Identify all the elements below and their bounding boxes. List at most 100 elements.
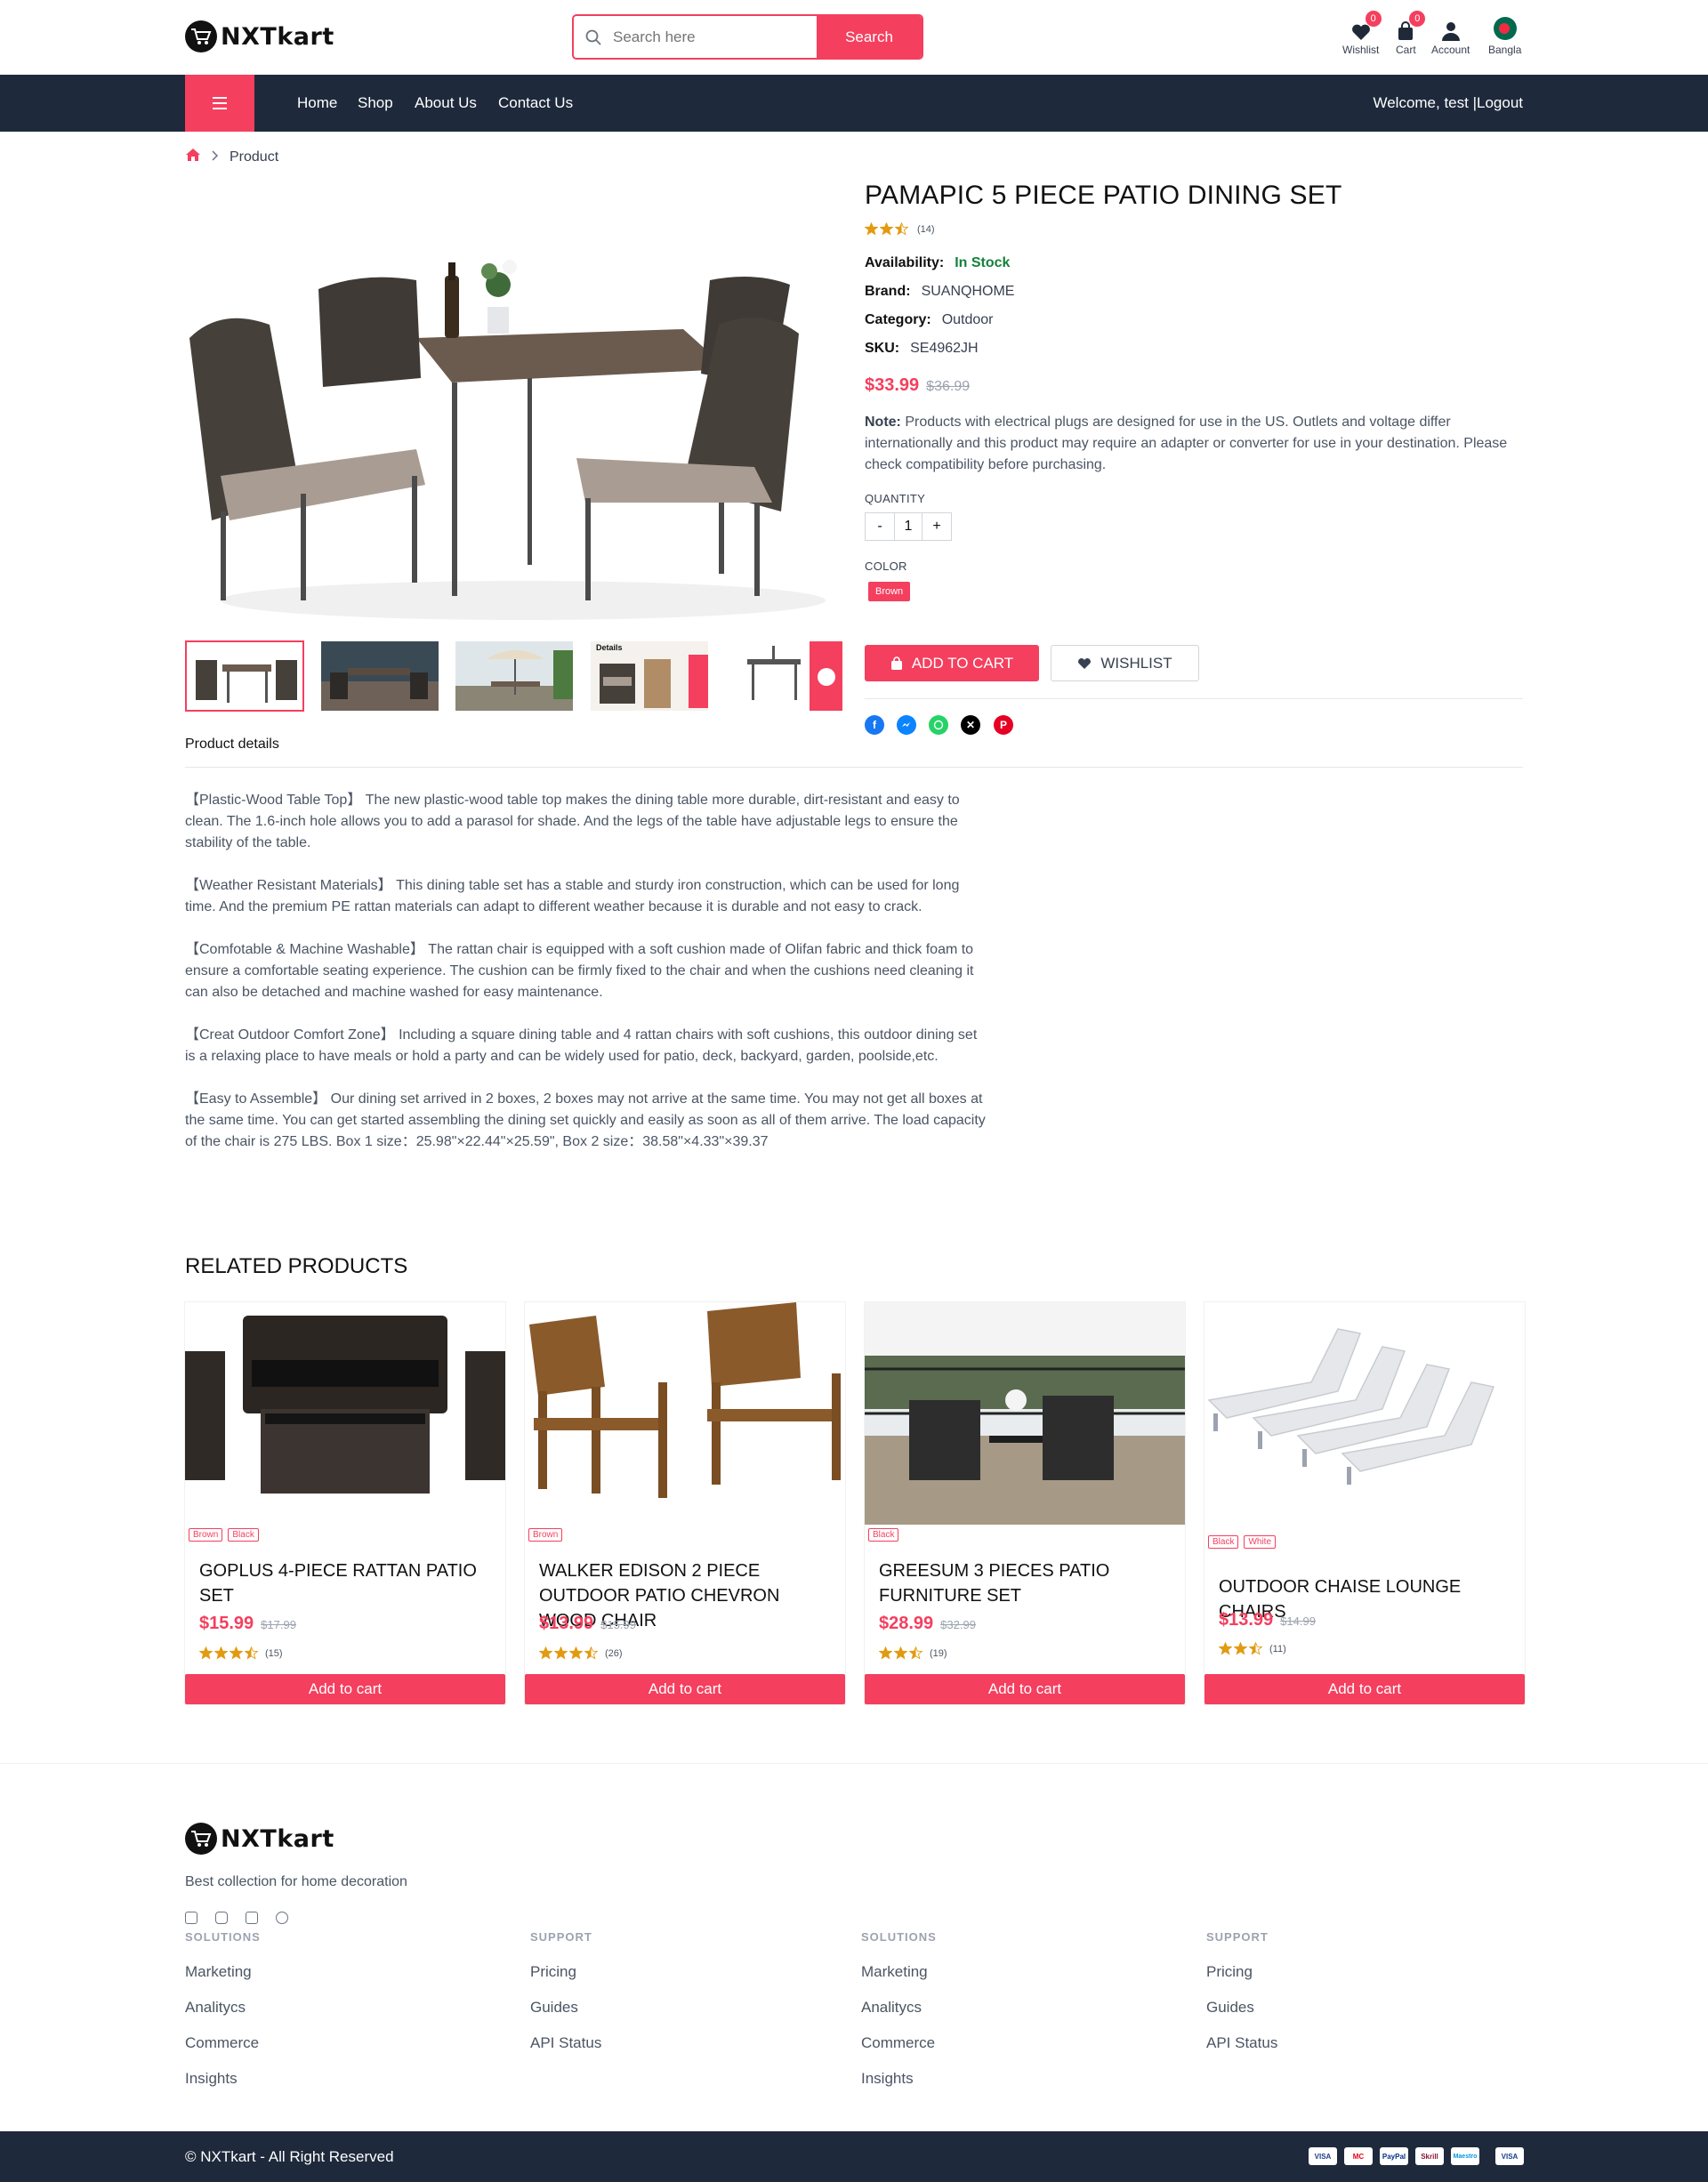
color-label: COLOR: [865, 560, 907, 573]
product-card[interactable]: Brown WALKER EDISON 2 PIECE OUTDOOR PATI…: [525, 1302, 845, 1704]
nav-shop[interactable]: Shop: [358, 75, 393, 132]
search-input[interactable]: [613, 16, 817, 58]
mastercard-icon: MC: [1344, 2147, 1373, 2165]
cart-label: Cart: [1396, 44, 1416, 56]
product-thumbnail-4[interactable]: Details: [590, 640, 709, 712]
color-option-brown[interactable]: Brown: [868, 582, 911, 601]
twitter-icon[interactable]: [246, 1912, 258, 1924]
footer-link[interactable]: Guides: [1206, 1999, 1254, 2017]
quantity-value[interactable]: 1: [894, 513, 922, 540]
old-price: $14.99: [1280, 1614, 1316, 1628]
x-icon[interactable]: ✕: [961, 715, 980, 735]
footer-link[interactable]: Commerce: [861, 2034, 935, 2052]
rating-stars: [865, 222, 908, 236]
product-rating: (19): [879, 1647, 947, 1660]
facebook-icon[interactable]: f: [865, 715, 884, 735]
current-price: $28.99: [879, 1614, 934, 1633]
facebook-icon[interactable]: [185, 1912, 197, 1924]
product-name[interactable]: GREESUM 3 PIECES PATIO FURNITURE SET: [879, 1558, 1172, 1608]
footer-link[interactable]: Marketing: [185, 1963, 252, 1981]
review-count: (15): [265, 1647, 283, 1659]
color-tags: Brown Black: [189, 1528, 259, 1542]
note-label: Note:: [865, 415, 901, 430]
product-note: Note: Products with electrical plugs are…: [865, 412, 1514, 476]
rating-stars: [539, 1647, 598, 1660]
footer-link[interactable]: Commerce: [185, 2034, 259, 2052]
rating-stars: [1219, 1642, 1262, 1655]
footer-link[interactable]: Guides: [530, 1999, 578, 2017]
sku-row: SKU: SE4962JH: [865, 341, 979, 357]
wishlist-button[interactable]: WISHLIST: [1051, 645, 1199, 681]
quantity-decrease-button[interactable]: -: [866, 513, 894, 540]
current-price: $15.99: [199, 1614, 254, 1633]
add-to-cart-button[interactable]: Add to cart: [865, 1674, 1185, 1704]
cart-link[interactable]: 0 Cart: [1396, 11, 1426, 56]
product-thumbnail-1[interactable]: [185, 640, 304, 712]
language-switch[interactable]: Bangla: [1488, 16, 1521, 56]
category-menu-button[interactable]: [185, 75, 254, 132]
product-main-image[interactable]: [185, 182, 843, 632]
product-name[interactable]: GOPLUS 4-PIECE RATTAN PATIO SET: [199, 1558, 493, 1608]
product-thumbnail-3[interactable]: [455, 640, 574, 712]
account-link[interactable]: Account: [1431, 16, 1470, 56]
visa-icon: VISA: [1309, 2147, 1337, 2165]
old-price: $15.99: [600, 1618, 636, 1631]
product-price: $28.99 $32.99: [879, 1614, 976, 1634]
star-full-icon: [894, 1647, 907, 1660]
footer-link[interactable]: Pricing: [530, 1963, 576, 1981]
brand-label: Brand:: [865, 284, 911, 299]
product-card-image[interactable]: [525, 1302, 845, 1525]
related-products-heading: RELATED PRODUCTS: [185, 1254, 408, 1278]
footer-link[interactable]: Insights: [185, 2070, 238, 2088]
search-button[interactable]: Search: [817, 16, 922, 58]
logout-link[interactable]: Logout: [1477, 94, 1523, 111]
nav-contact-us[interactable]: Contact Us: [498, 75, 573, 132]
product-thumbnail-5[interactable]: [724, 640, 843, 712]
logo-text: NXTkart: [221, 1824, 334, 1853]
site-logo[interactable]: NXTkart: [185, 20, 334, 52]
color-tag: Black: [1208, 1535, 1239, 1549]
product-thumbnail-2[interactable]: [320, 640, 439, 712]
main-navbar: Home Shop About Us Contact Us Welcome, t…: [0, 75, 1708, 132]
add-to-cart-button[interactable]: Add to cart: [525, 1674, 845, 1704]
product-card-image[interactable]: [865, 1302, 1185, 1525]
hamburger-icon: [213, 97, 227, 109]
footer-logo[interactable]: NXTkart: [185, 1823, 334, 1855]
note-text: Products with electrical plugs are desig…: [865, 415, 1508, 472]
product-title: PAMAPIC 5 PIECE PATIO DINING SET: [865, 181, 1342, 210]
add-to-cart-button[interactable]: Add to cart: [185, 1674, 505, 1704]
product-card[interactable]: Black White OUTDOOR CHAISE LOUNGE CHAIRS…: [1204, 1302, 1525, 1704]
description-paragraph: 【Weather Resistant Materials】 This dinin…: [185, 878, 960, 914]
footer-link[interactable]: Marketing: [861, 1963, 928, 1981]
quantity-stepper: - 1 +: [865, 512, 952, 541]
footer-link[interactable]: Insights: [861, 2070, 914, 2088]
footer-link[interactable]: Analitycs: [861, 1999, 922, 2017]
whatsapp-icon[interactable]: [929, 715, 948, 735]
nav-about-us[interactable]: About Us: [415, 75, 477, 132]
product-card[interactable]: Black GREESUM 3 PIECES PATIO FURNITURE S…: [865, 1302, 1185, 1704]
footer-link[interactable]: API Status: [530, 2034, 601, 2052]
home-icon[interactable]: [185, 148, 201, 166]
messenger-icon[interactable]: [897, 715, 916, 735]
quantity-increase-button[interactable]: +: [922, 513, 951, 540]
footer-link[interactable]: Analitycs: [185, 1999, 246, 2017]
product-card-image[interactable]: [1204, 1302, 1525, 1525]
footer-link[interactable]: API Status: [1206, 2034, 1277, 2052]
old-price: $36.99: [926, 379, 971, 394]
review-count: (14): [917, 223, 935, 235]
add-to-cart-button[interactable]: ADD TO CART: [865, 645, 1039, 681]
wishlist-button-label: WISHLIST: [1100, 654, 1172, 672]
wishlist-link[interactable]: 0 Wishlist: [1342, 11, 1382, 56]
instagram-icon[interactable]: [215, 1912, 228, 1924]
product-details-tab[interactable]: Product details: [185, 737, 279, 753]
nav-home[interactable]: Home: [297, 75, 337, 132]
pinterest-icon[interactable]: P: [994, 715, 1013, 735]
product-card-image[interactable]: [185, 1302, 505, 1525]
github-icon[interactable]: [276, 1912, 288, 1924]
color-tag: Black: [228, 1528, 259, 1542]
footer-link[interactable]: Pricing: [1206, 1963, 1253, 1981]
product-card[interactable]: Brown Black GOPLUS 4-PIECE RATTAN PATIO …: [185, 1302, 505, 1704]
add-to-cart-button[interactable]: Add to cart: [1204, 1674, 1525, 1704]
product-rating: (11): [1219, 1642, 1286, 1655]
user-icon: [1441, 16, 1461, 41]
